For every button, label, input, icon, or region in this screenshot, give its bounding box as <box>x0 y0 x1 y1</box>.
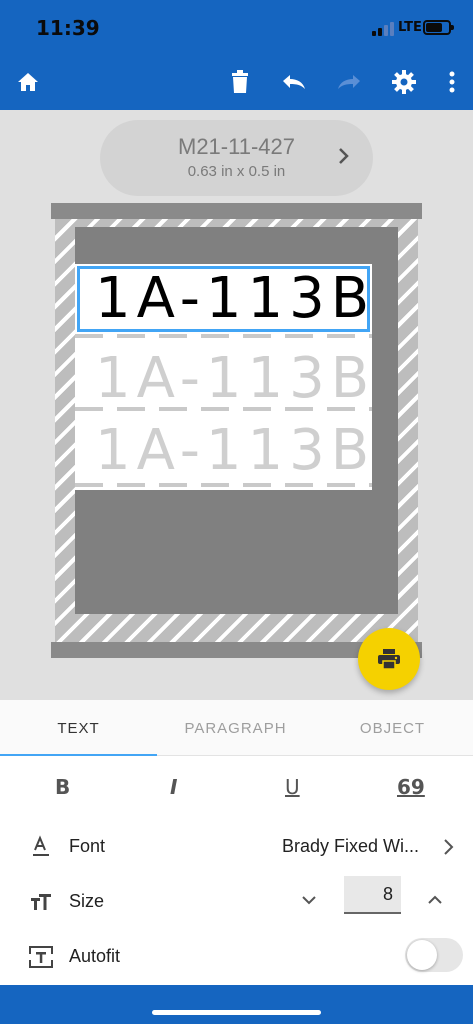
printer-icon <box>378 649 400 670</box>
font-icon <box>33 835 49 856</box>
font-value: Brady Fixed Wi... <box>282 836 420 856</box>
top-toolbar <box>0 54 473 110</box>
italic-button[interactable]: I <box>170 775 177 799</box>
print-button[interactable] <box>358 628 420 690</box>
format-toolbar: B I U 69 <box>0 757 473 819</box>
undo-icon[interactable] <box>278 66 310 98</box>
app-root: 11:39 LTE M21-11-427 0.63 in x 0.5 in 1A… <box>0 0 473 1024</box>
autofit-row: Autofit <box>0 930 473 985</box>
label-dimensions: 0.63 in x 0.5 in <box>187 163 286 180</box>
selection-box[interactable] <box>77 266 370 332</box>
label-text-preview: 1A-113B <box>95 418 372 483</box>
chevron-down-icon[interactable] <box>301 895 317 905</box>
tab-text-label: TEXT <box>57 719 100 737</box>
toggle-knob <box>407 940 437 970</box>
label-strip: 1A-113B 1A-113B 1A-113B <box>75 264 372 490</box>
more-vert-icon[interactable] <box>436 66 468 98</box>
autofit-label: Autofit <box>69 946 121 966</box>
size-input[interactable]: 8 <box>344 876 401 914</box>
tab-paragraph-label: PARAGRAPH <box>184 719 287 737</box>
text-size-icon <box>31 894 51 910</box>
label-cartridge: 1A-113B 1A-113B 1A-113B <box>55 219 418 642</box>
trash-icon[interactable] <box>224 66 256 98</box>
label-row-current[interactable]: 1A-113B <box>75 264 372 334</box>
label-separator <box>75 483 372 487</box>
status-time: 11:39 <box>36 16 100 40</box>
rotate-text-button[interactable]: 69 <box>397 775 425 799</box>
autofit-icon <box>28 946 54 968</box>
chevron-right-icon <box>339 148 349 164</box>
tab-object[interactable]: OBJECT <box>314 700 471 756</box>
chevron-right-icon <box>444 839 454 855</box>
bold-button[interactable]: B <box>55 775 70 799</box>
label-row-preview: 1A-113B <box>75 344 372 414</box>
cartridge-top-edge <box>51 203 422 219</box>
underline-button[interactable]: U <box>285 775 300 799</box>
font-label: Font <box>69 836 106 856</box>
redo-icon[interactable] <box>333 66 365 98</box>
label-separator <box>75 334 372 338</box>
cartridge-inner: 1A-113B 1A-113B 1A-113B <box>75 227 398 614</box>
chevron-up-icon[interactable] <box>427 895 443 905</box>
label-canvas: M21-11-427 0.63 in x 0.5 in 1A-113B 1A-1… <box>0 110 473 700</box>
home-indicator[interactable] <box>152 1010 321 1015</box>
label-text-preview: 1A-113B <box>95 346 372 411</box>
editor-tabs: TEXT PARAGRAPH OBJECT <box>0 700 473 756</box>
status-bar: 11:39 LTE <box>0 0 473 54</box>
size-row: Size 8 <box>0 875 473 930</box>
bottom-bar <box>0 985 473 1024</box>
tab-object-label: OBJECT <box>359 719 426 737</box>
label-part-number: M21-11-427 <box>178 134 295 159</box>
tab-paragraph[interactable]: PARAGRAPH <box>157 700 314 756</box>
size-label: Size <box>69 891 105 911</box>
battery-icon <box>423 20 454 35</box>
signal-icon <box>372 22 394 36</box>
label-separator <box>75 407 372 411</box>
gear-icon[interactable] <box>388 66 420 98</box>
home-icon[interactable] <box>12 66 44 98</box>
font-row[interactable]: Font Brady Fixed Wi... <box>0 820 473 875</box>
tab-indicator <box>0 754 157 756</box>
size-value: 8 <box>382 884 393 904</box>
label-row-preview: 1A-113B <box>75 416 372 486</box>
autofit-toggle[interactable] <box>405 938 463 972</box>
tab-text[interactable]: TEXT <box>0 700 157 756</box>
label-selector[interactable]: M21-11-427 0.63 in x 0.5 in <box>100 120 373 196</box>
network-type: LTE <box>398 20 422 35</box>
